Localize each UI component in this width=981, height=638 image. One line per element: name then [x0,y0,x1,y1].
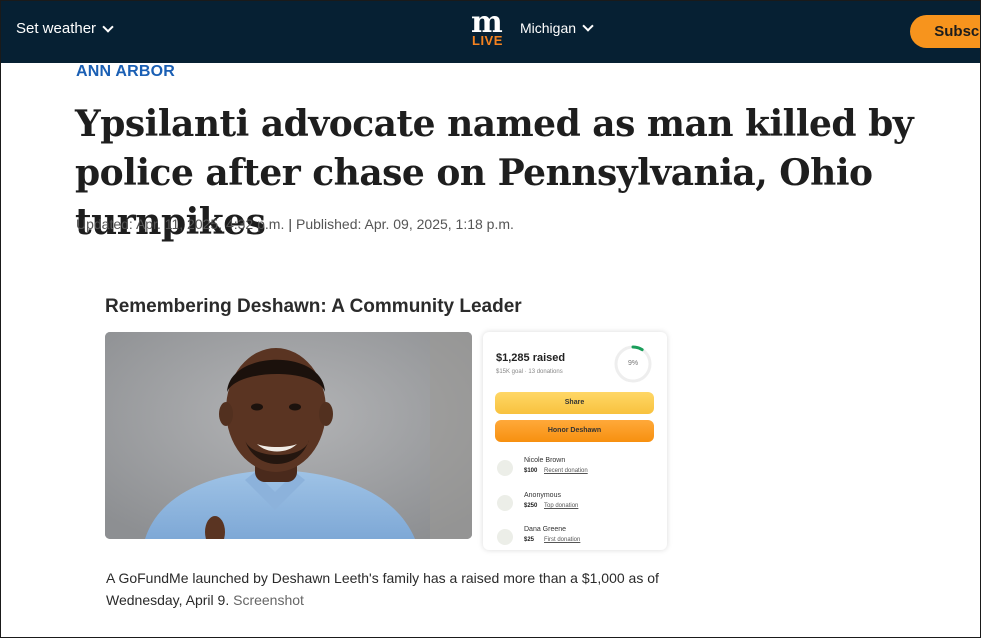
mlive-logo[interactable]: m LIVE [471,8,507,48]
fundraiser-title: Remembering Deshawn: A Community Leader [105,296,522,317]
published-date: Published: Apr. 09, 2025, 1:18 p.m. [295,216,514,232]
chevron-down-icon [102,20,114,33]
goal-text: $15K goal · 13 donations [496,369,563,375]
donor-item: Anonymous $250 Top donation [495,492,660,522]
share-button[interactable]: Share [495,392,654,414]
caption-text: A GoFundMe launched by Deshawn Leeth's f… [106,570,659,608]
progress-label: 9% [627,360,639,367]
fundraiser-photo [105,332,472,539]
set-weather-label: Set weather [16,20,97,37]
updated-date: Updated: Apr. 11, 2025, 4:32 p.m. [76,216,285,232]
section-link[interactable]: ANN ARBOR [76,63,175,81]
donor-type-link[interactable]: Recent donation [544,468,588,474]
donor-type-link[interactable]: Top donation [544,503,578,509]
site-header: Set weather m LIVE Michigan Subscribe [0,0,981,63]
donor-item: Dana Greene $25 First donation [495,526,660,556]
set-weather-button[interactable]: Set weather [16,20,114,37]
donor-avatar-icon [497,495,513,511]
donor-type-link[interactable]: First donation [544,537,580,543]
region-label: Michigan [520,20,577,36]
donor-amount: $100 [524,468,538,474]
honor-button[interactable]: Honor Deshawn [495,420,654,442]
donor-name: Nicole Brown [524,457,566,464]
caption-credit: Screenshot [233,592,304,608]
date-separator: | [288,216,292,232]
article-dates: Updated: Apr. 11, 2025, 4:32 p.m. | Publ… [76,216,514,232]
person-portrait-image [105,332,472,539]
chevron-down-icon [582,20,594,32]
image-caption: A GoFundMe launched by Deshawn Leeth's f… [106,567,666,611]
logo-word: LIVE [472,33,503,48]
donation-card: $1,285 raised $15K goal · 13 donations 9… [483,332,667,550]
donor-name: Anonymous [524,492,561,499]
donor-name: Dana Greene [524,526,567,533]
donor-avatar-icon [497,460,513,476]
region-selector[interactable]: Michigan [520,20,594,36]
amount-raised: $1,285 raised [496,352,566,364]
donor-item: Nicole Brown $100 Recent donation [495,457,660,487]
donor-avatar-icon [497,529,513,545]
donor-amount: $250 [524,503,538,509]
subscribe-button[interactable]: Subscribe [910,15,981,48]
donor-amount: $25 [524,537,535,543]
